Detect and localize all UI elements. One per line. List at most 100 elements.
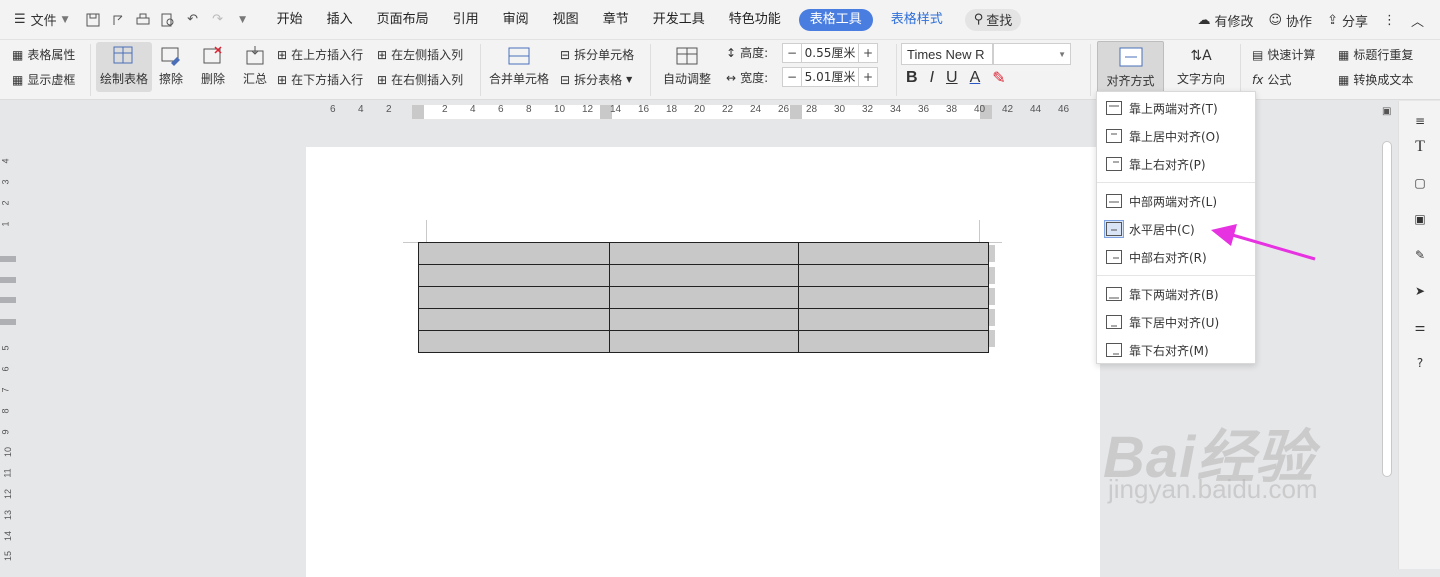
table-cell[interactable] xyxy=(798,286,989,309)
show-gridlines-button[interactable]: ▦ 显示虚框 xyxy=(12,71,75,88)
menu-item-align-bottom-right[interactable]: 靠下右对齐(M) xyxy=(1103,338,1251,362)
file-menu[interactable]: ☰ 文件 ▼ xyxy=(0,0,77,40)
width-value[interactable]: 5.01厘米 xyxy=(801,68,859,86)
cursor-icon[interactable]: ➤ xyxy=(1410,281,1430,301)
tab-section[interactable]: 章节 xyxy=(591,0,641,40)
to-text-button[interactable]: ▦ 转换成文本 xyxy=(1338,71,1413,88)
insert-left-button[interactable]: ⊞ 在左侧插入列 xyxy=(377,46,463,63)
underline-button[interactable]: U xyxy=(946,69,958,87)
scroll-top-icon[interactable]: ▣ xyxy=(1382,106,1391,117)
table-cell[interactable] xyxy=(609,308,799,331)
font-size-select[interactable]: ▼ xyxy=(993,43,1071,65)
vertical-ruler[interactable]: 4 3 2 1 5 6 7 8 9 10 11 12 13 14 15 xyxy=(0,121,16,569)
customize-chevron-icon[interactable]: ▼ xyxy=(235,12,251,28)
save-icon[interactable] xyxy=(85,12,101,28)
italic-button[interactable]: I xyxy=(930,69,934,87)
table-cell[interactable] xyxy=(418,308,610,331)
font-color-button[interactable]: A xyxy=(970,69,981,87)
menu-item-align-top-center[interactable]: 靠上居中对齐(O) xyxy=(1103,124,1251,148)
document-table[interactable] xyxy=(418,242,989,353)
table-cell[interactable] xyxy=(798,308,989,331)
tab-home[interactable]: 开始 xyxy=(265,0,315,40)
tab-insert[interactable]: 插入 xyxy=(315,0,365,40)
sliders-icon[interactable]: ⚌ xyxy=(1410,317,1430,337)
split-cells-button[interactable]: ⊟ 拆分单元格 xyxy=(560,46,634,63)
menu-item-align-top-justify[interactable]: 靠上两端对齐(T) xyxy=(1103,96,1251,120)
erase-button[interactable]: 擦除 xyxy=(156,42,186,87)
collab-button[interactable]: ☺ 协作 xyxy=(1268,11,1312,30)
document-settings-icon[interactable]: ▣ xyxy=(1410,209,1430,229)
width-spinner[interactable]: −5.01厘米 + xyxy=(782,67,878,87)
table-cell[interactable] xyxy=(609,330,799,353)
menu-item-align-bottom-justify[interactable]: 靠下两端对齐(B) xyxy=(1103,282,1251,306)
print-preview-icon[interactable] xyxy=(160,12,176,28)
more-icon[interactable]: ⋮ xyxy=(1383,13,1396,28)
help-icon[interactable]: ? xyxy=(1410,353,1430,373)
document-page[interactable] xyxy=(306,147,1100,577)
document-icon[interactable]: ▢ xyxy=(1410,173,1430,193)
insert-below-button[interactable]: ⊞ 在下方插入行 xyxy=(277,71,363,88)
table-cell[interactable] xyxy=(609,286,799,309)
highlight-icon[interactable]: ✎ xyxy=(992,68,1005,88)
font-name-select[interactable]: Times New R xyxy=(901,43,993,65)
modified-button[interactable]: ☁ 有修改 xyxy=(1197,11,1253,30)
tab-view[interactable]: 视图 xyxy=(541,0,591,40)
table-cell[interactable] xyxy=(418,330,610,353)
delete-button[interactable]: 删除 xyxy=(196,42,230,87)
tab-review[interactable]: 审阅 xyxy=(491,0,541,40)
table-cell[interactable] xyxy=(609,242,799,265)
table-cell[interactable] xyxy=(798,330,989,353)
tab-developer[interactable]: 开发工具 xyxy=(641,0,717,40)
vertical-scrollbar[interactable]: ▣ xyxy=(1377,101,1397,569)
height-spinner[interactable]: −0.55厘米 + xyxy=(782,43,878,63)
table-cell[interactable] xyxy=(418,264,610,287)
width-increase-button[interactable]: + xyxy=(859,70,877,84)
repeat-header-button[interactable]: ▦ 标题行重复 xyxy=(1338,46,1413,63)
table-cell[interactable] xyxy=(418,242,610,265)
print-icon[interactable] xyxy=(135,12,151,28)
scrollbar-thumb[interactable] xyxy=(1382,141,1392,477)
pen-icon[interactable]: ✎ xyxy=(1410,245,1430,265)
tab-page-layout[interactable]: 页面布局 xyxy=(365,0,441,40)
text-style-icon[interactable]: T xyxy=(1410,137,1430,157)
menu-item-align-bottom-center[interactable]: 靠下居中对齐(U) xyxy=(1103,310,1251,334)
tab-features[interactable]: 特色功能 xyxy=(717,0,793,40)
menu-item-align-middle-justify[interactable]: 中部两端对齐(L) xyxy=(1103,189,1251,213)
table-cell[interactable] xyxy=(798,242,989,265)
split-table-button[interactable]: ⊟ 拆分表格 ▼ xyxy=(560,71,632,88)
draw-table-button[interactable]: 绘制表格 xyxy=(96,42,152,92)
quick-calc-button[interactable]: ▤ 快速计算 xyxy=(1252,46,1315,63)
menu-item-align-top-right[interactable]: 靠上右对齐(P) xyxy=(1103,152,1251,176)
undo-icon[interactable]: ↶ xyxy=(185,12,201,28)
insert-right-button[interactable]: ⊞ 在右侧插入列 xyxy=(377,71,463,88)
search-box[interactable]: ⚲ 查找 xyxy=(964,8,1022,31)
align-mode-button[interactable]: 对齐方式 xyxy=(1097,41,1164,94)
insert-above-button[interactable]: ⊞ 在上方插入行 xyxy=(277,46,363,63)
share-button[interactable]: ⇪ 分享 xyxy=(1327,11,1368,30)
table-cell[interactable] xyxy=(798,264,989,287)
collapse-panel-icon[interactable]: ≡ xyxy=(1410,111,1430,131)
table-cell[interactable] xyxy=(418,286,610,309)
formula-button[interactable]: fx 公式 xyxy=(1252,71,1291,88)
redo-icon[interactable]: ↷ xyxy=(210,12,226,28)
height-increase-button[interactable]: + xyxy=(859,46,877,60)
share-icon: ⇪ xyxy=(1327,12,1338,28)
table-props-button[interactable]: ▦ 表格属性 xyxy=(12,46,75,63)
text-direction-button[interactable]: ⇅A 文字方向 xyxy=(1170,42,1232,87)
height-value[interactable]: 0.55厘米 xyxy=(801,44,859,62)
export-icon[interactable] xyxy=(110,12,126,28)
table-cell[interactable] xyxy=(609,264,799,287)
merge-cells-button[interactable]: 合并单元格 xyxy=(486,42,552,87)
table-props-label: 表格属性 xyxy=(27,48,76,62)
ruler-tick-label: 6 xyxy=(0,366,11,372)
bold-button[interactable]: B xyxy=(906,69,918,87)
collapse-ribbon-icon[interactable]: ︿ xyxy=(1411,11,1424,30)
align-bottom-right-icon xyxy=(1105,342,1123,358)
auto-fit-button[interactable]: 自动调整 xyxy=(656,42,718,87)
tab-table-tools[interactable]: 表格工具 xyxy=(798,8,873,31)
width-decrease-button[interactable]: − xyxy=(783,70,801,84)
summary-button[interactable]: 汇总 xyxy=(240,42,270,87)
tab-references[interactable]: 引用 xyxy=(441,0,491,40)
tab-table-style[interactable]: 表格样式 xyxy=(879,0,955,40)
height-decrease-button[interactable]: − xyxy=(783,46,801,60)
